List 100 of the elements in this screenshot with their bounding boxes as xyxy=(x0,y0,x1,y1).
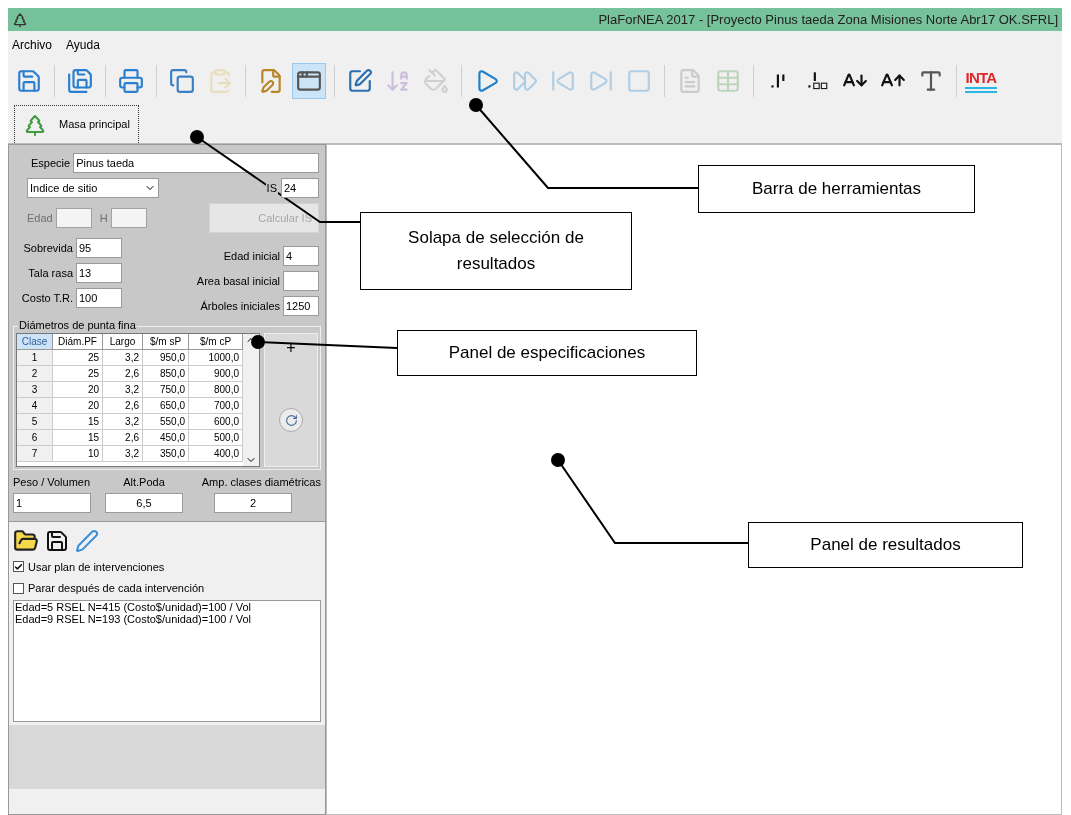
row-header[interactable]: 1 xyxy=(17,350,53,366)
print-icon xyxy=(118,68,144,94)
input-field[interactable]: 24 xyxy=(281,178,319,198)
column-header[interactable]: Largo xyxy=(103,334,143,350)
tab[interactable]: Masa principal xyxy=(14,105,139,143)
table-cell: 25 xyxy=(53,350,103,366)
column-header[interactable]: $/m sP xyxy=(143,334,189,350)
field-label: Alt.Poda xyxy=(122,475,166,490)
paste-icon xyxy=(207,68,233,94)
table-cell: 3,2 xyxy=(103,350,143,366)
row-header[interactable]: 2 xyxy=(17,366,53,382)
column-header[interactable]: Diám.PF xyxy=(53,334,103,350)
field-label: Tala rasa xyxy=(27,265,73,281)
input-field[interactable] xyxy=(110,208,147,228)
callout-box: Barra de herramientas xyxy=(698,165,975,213)
field-label: Edad xyxy=(27,210,53,226)
table-cell: 2,6 xyxy=(103,366,143,382)
table-cell: 2,6 xyxy=(103,430,143,446)
input-field[interactable]: 100 xyxy=(76,288,122,308)
table-cell: 2,6 xyxy=(103,398,143,414)
app-icon xyxy=(12,11,28,28)
callout-box: Panel de especificaciones xyxy=(397,330,697,376)
field-label: H xyxy=(99,210,108,226)
field-label: Costo T.R. xyxy=(20,290,73,306)
dropdown[interactable]: Indice de sitio xyxy=(27,178,159,198)
font-outline-icon xyxy=(918,68,944,94)
checkbox-label: Usar plan de intervenciones xyxy=(28,559,165,575)
table-cell: 20 xyxy=(53,382,103,398)
save-icon xyxy=(16,68,42,94)
table-cell: 650,0 xyxy=(143,398,189,414)
paint-bucket-icon xyxy=(423,68,449,94)
skip-back-icon xyxy=(550,68,576,94)
skip-forward-icon xyxy=(588,68,614,94)
report-icon xyxy=(677,68,703,94)
input-field[interactable] xyxy=(283,271,319,291)
field-label: Amp. clases diamétricas xyxy=(200,475,321,490)
input-field[interactable]: 4 xyxy=(283,246,319,266)
refresh-button[interactable] xyxy=(279,408,303,432)
add-button[interactable]: + xyxy=(286,340,296,356)
copy-icon xyxy=(169,68,195,94)
table-cell: 15 xyxy=(53,414,103,430)
save-icon[interactable] xyxy=(45,528,69,553)
window-title: PlaForNEA 2017 - [Proyecto Pinus taeda Zona Misiones Norte Abr17 OK.SFRL] xyxy=(598,10,1058,29)
column-header[interactable]: $/m cP xyxy=(189,334,243,350)
pen-icon[interactable] xyxy=(75,528,99,553)
folder-icon[interactable] xyxy=(13,527,39,554)
list-item[interactable]: Edad=5 RSEL N=415 (Costo$/unidad)=100 / Vol xyxy=(15,600,320,613)
table-cell: 950,0 xyxy=(143,350,189,366)
menu-item[interactable]: Ayuda xyxy=(66,36,100,54)
scrollbar[interactable] xyxy=(243,334,259,466)
save-as-icon xyxy=(67,68,93,94)
row-header[interactable]: 3 xyxy=(17,382,53,398)
column-header[interactable]: Clase xyxy=(17,334,53,350)
input-field[interactable]: 2 xyxy=(214,492,292,513)
refresh-icon xyxy=(284,413,298,427)
table-cell: 750,0 xyxy=(143,382,189,398)
field-label: Area basal inicial xyxy=(196,273,280,289)
tree-icon xyxy=(23,112,47,137)
table-icon xyxy=(715,68,741,94)
menu-item[interactable]: Archivo xyxy=(12,36,52,54)
row-header[interactable]: 6 xyxy=(17,430,53,446)
logo: INTA xyxy=(965,69,997,93)
field-label: Árboles iniciales xyxy=(200,298,280,314)
row-header[interactable]: 4 xyxy=(17,398,53,414)
field-label: Sobrevida xyxy=(22,240,73,256)
table-cell: 3,2 xyxy=(103,382,143,398)
table-cell: 850,0 xyxy=(143,366,189,382)
window-icon xyxy=(296,68,322,94)
edit-icon xyxy=(347,68,373,94)
input-field[interactable]: 6,5 xyxy=(105,492,183,513)
input-field[interactable]: 1250 xyxy=(283,296,319,316)
input-field[interactable]: 1 xyxy=(13,492,91,513)
table-cell: 3,2 xyxy=(103,414,143,430)
stop-icon xyxy=(626,68,652,94)
callout-box: Solapa de selección de resultados xyxy=(360,212,632,290)
checkbox-label: Parar después de cada intervención xyxy=(28,581,205,596)
field-label: Especie xyxy=(31,155,71,171)
table-cell: 450,0 xyxy=(143,430,189,446)
row-header[interactable]: 7 xyxy=(17,446,53,462)
input-field[interactable] xyxy=(55,208,92,228)
list-item[interactable]: Edad=9 RSEL N=193 (Costo$/unidad)=100 / Vol xyxy=(15,612,320,625)
fast-forward-icon xyxy=(512,68,538,94)
input-field[interactable]: 13 xyxy=(76,263,122,283)
checkbox[interactable] xyxy=(13,582,24,594)
table-cell: 10 xyxy=(53,446,103,462)
table-cell: 15 xyxy=(53,430,103,446)
table-cell: 3,2 xyxy=(103,446,143,462)
table-cell: 20 xyxy=(53,398,103,414)
input-field[interactable]: 95 xyxy=(76,238,122,258)
callout-box: Panel de resultados xyxy=(748,522,1023,568)
sort-icon xyxy=(385,68,411,94)
row-header[interactable]: 5 xyxy=(17,414,53,430)
table-cell: 25 xyxy=(53,366,103,382)
field-label: Peso / Volumen xyxy=(13,475,92,490)
group-title: Diámetros de punta fina xyxy=(18,319,137,331)
checkbox[interactable] xyxy=(13,561,24,573)
field-label: Edad inicial xyxy=(223,248,280,264)
table-cell: 550,0 xyxy=(143,414,189,430)
edit-note-icon xyxy=(258,68,284,94)
input-field[interactable]: Pinus taeda xyxy=(73,153,319,173)
